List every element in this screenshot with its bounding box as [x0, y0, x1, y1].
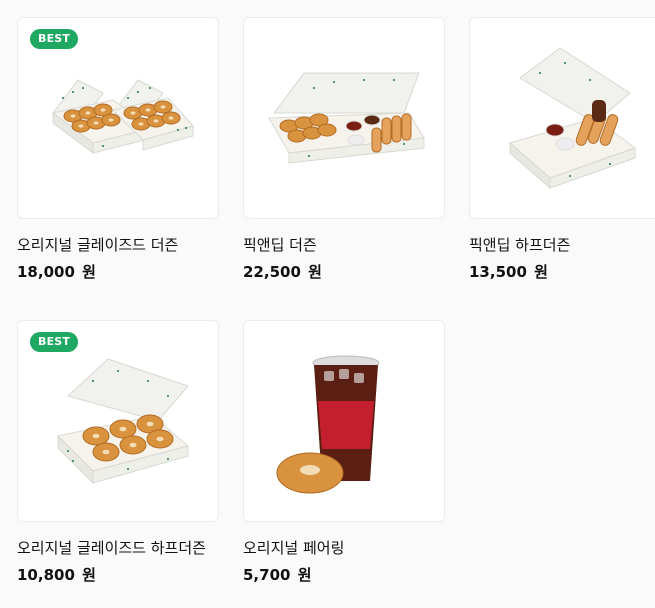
price-amount: 10,800 — [17, 566, 75, 584]
product-card[interactable]: 픽앤딥 하프더즌 13,500 원 — [469, 17, 655, 282]
product-card[interactable]: BEST 오리지널 글레이즈드 더즌 18,000 원 — [17, 17, 219, 282]
product-name[interactable]: 픽앤딥 더즌 — [243, 235, 445, 255]
price-currency: 원 — [82, 263, 96, 281]
price-amount: 13,500 — [469, 263, 527, 281]
price-amount: 22,500 — [243, 263, 301, 281]
coffee-donut-pairing-icon — [276, 355, 380, 494]
product-card[interactable]: 픽앤딥 더즌 22,500 원 — [243, 17, 445, 282]
product-price: 18,000 원 — [17, 262, 219, 282]
product-price: 5,700 원 — [243, 565, 445, 585]
price-currency: 원 — [297, 566, 312, 584]
product-name[interactable]: 오리지널 글레이즈드 더즌 — [17, 235, 219, 255]
best-badge: BEST — [30, 29, 79, 49]
product-thumbnail[interactable] — [243, 320, 445, 522]
price-currency: 원 — [82, 566, 96, 584]
product-card[interactable]: 오리지널 페어링 5,700 원 — [243, 320, 445, 585]
product-thumbnail[interactable] — [243, 17, 445, 219]
pick-n-dip-dozen-box-icon — [268, 72, 425, 164]
product-thumbnail[interactable]: BEST — [17, 320, 219, 522]
price-currency: 원 — [534, 263, 548, 281]
best-badge: BEST — [30, 332, 79, 352]
product-thumbnail[interactable]: BEST — [17, 17, 219, 219]
product-grid: BEST 오리지널 글레이즈드 더즌 18,000 원 픽앤딥 더즌 22,50… — [0, 0, 655, 608]
product-name[interactable]: 픽앤딥 하프더즌 — [469, 235, 655, 255]
product-price: 10,800 원 — [17, 565, 219, 585]
pick-n-dip-half-dozen-box-icon — [508, 47, 637, 190]
product-thumbnail[interactable] — [469, 17, 655, 219]
product-price: 13,500 원 — [469, 262, 655, 282]
product-name[interactable]: 오리지널 페어링 — [243, 538, 445, 558]
product-price: 22,500 원 — [243, 262, 445, 282]
price-amount: 5,700 — [243, 566, 291, 584]
product-card[interactable]: BEST 오리지널 글레이즈드 하프더즌 10,800 원 — [17, 320, 219, 585]
product-name[interactable]: 오리지널 글레이즈드 하프더즌 — [17, 538, 219, 558]
price-amount: 18,000 — [17, 263, 75, 281]
price-currency: 원 — [308, 263, 322, 281]
